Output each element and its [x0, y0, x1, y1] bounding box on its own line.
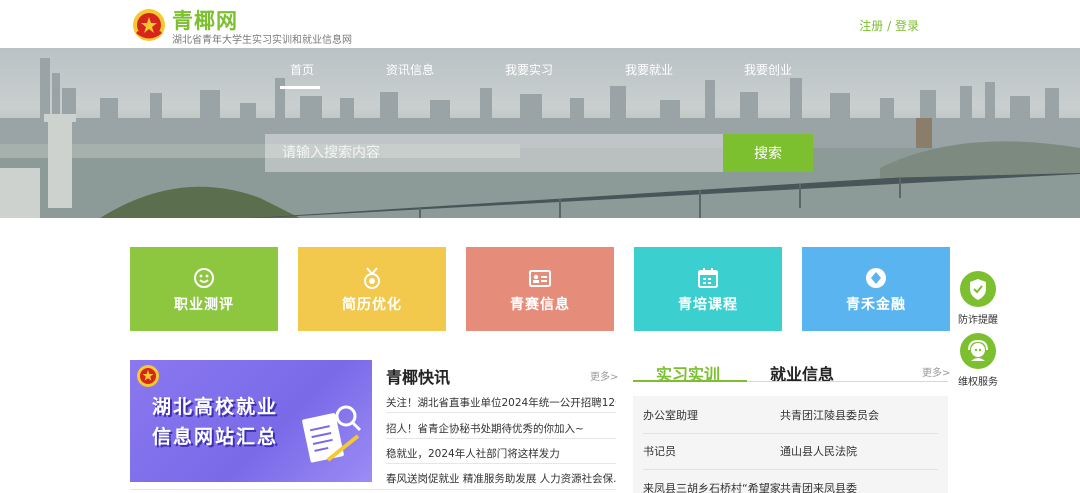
nav-active-indicator	[280, 86, 320, 89]
support-agent-icon	[960, 333, 996, 369]
search-button[interactable]: 搜索	[723, 134, 813, 172]
tile-career-assessment[interactable]: 职业测评	[130, 247, 278, 331]
job-row[interactable]: 来凤县三胡乡石桥村“希望家 共青团来凤县委	[633, 470, 948, 493]
tile-label: 青赛信息	[510, 297, 570, 313]
news-item[interactable]: 稳就业，2024年人社部门将这样发力	[386, 446, 616, 461]
job-row[interactable]: 书记员 通山县人民法院	[633, 433, 948, 469]
rights-service-button[interactable]: 维权服务	[950, 333, 1006, 388]
fraud-alert-label: 防诈提醒	[958, 315, 998, 326]
tile-label: 职业测评	[174, 297, 234, 313]
job-org: 通山县人民法院	[780, 445, 857, 458]
nav-home[interactable]: 首页	[290, 61, 314, 78]
news-item[interactable]: 关注！湖北省直事业单位2024年统一公开招聘120...	[386, 395, 616, 410]
auth-separator: /	[887, 19, 892, 33]
rights-service-label: 维权服务	[958, 377, 998, 388]
auth-links: 注册 / 登录	[859, 17, 919, 34]
site-subtitle: 湖北省青年大学生实习实训和就业信息网	[172, 35, 352, 46]
tile-label: 简历优化	[342, 297, 402, 313]
tile-resume-optimize[interactable]: 简历优化	[298, 247, 446, 331]
youth-league-emblem-icon[interactable]	[132, 8, 166, 42]
job-title: 书记员	[643, 445, 676, 458]
promo-line-1: 湖北高校就业	[152, 396, 279, 418]
job-org: 共青团江陵县委员会	[780, 409, 879, 422]
news-divider	[386, 412, 616, 413]
job-row[interactable]: 办公室助理 共青团江陵县委员会	[633, 397, 948, 433]
site-header: 青椰网 湖北省青年大学生实习实训和就业信息网 注册 / 登录	[0, 0, 1080, 48]
tile-finance[interactable]: 青禾金融	[802, 247, 950, 331]
calendar-icon	[698, 268, 718, 288]
news-divider	[130, 489, 616, 490]
nav-internship[interactable]: 我要实习	[505, 61, 553, 78]
job-title: 办公室助理	[643, 409, 698, 422]
tile-label: 青禾金融	[846, 297, 906, 313]
tile-competition-info[interactable]: 青赛信息	[466, 247, 614, 331]
search-box	[265, 134, 725, 172]
diamond-icon	[866, 268, 886, 288]
login-link[interactable]: 登录	[895, 19, 919, 33]
fraud-alert-button[interactable]: 防诈提醒	[950, 271, 1006, 326]
promo-line-2: 信息网站汇总	[152, 426, 279, 448]
tile-label: 青培课程	[678, 297, 738, 313]
news-section-title: 青椰快讯	[386, 368, 451, 387]
tile-training-course[interactable]: 青培课程	[634, 247, 782, 331]
shield-check-icon	[960, 271, 996, 307]
job-org: 共青团来凤县委	[780, 482, 857, 493]
news-item[interactable]: 春风送岗促就业 精准服务助发展 人力资源社会保...	[386, 471, 616, 486]
medal-icon	[364, 267, 380, 289]
tab-active-indicator	[633, 380, 747, 382]
main-nav: 首页 资讯信息 我要实习 我要就业 我要创业	[0, 48, 1080, 89]
promo-banner-university-jobs[interactable]: 湖北高校就业 信息网站汇总	[130, 360, 372, 482]
news-more-link[interactable]: 更多>	[590, 368, 618, 383]
register-link[interactable]: 注册	[859, 19, 883, 33]
jobs-more-link[interactable]: 更多>	[922, 364, 950, 379]
news-divider	[386, 438, 616, 439]
news-divider	[386, 463, 616, 464]
id-card-icon	[529, 270, 551, 287]
nav-employment[interactable]: 我要就业	[625, 61, 673, 78]
smile-icon	[194, 268, 214, 288]
nav-entrepreneurship[interactable]: 我要创业	[744, 61, 792, 78]
hero-banner: 首页 资讯信息 我要实习 我要就业 我要创业 搜索	[0, 48, 1080, 218]
news-item[interactable]: 招人！省青企协秘书处期待优秀的你加入~	[386, 421, 616, 436]
youth-league-emblem-icon	[137, 365, 159, 387]
document-magnifier-icon	[302, 405, 362, 463]
search-input[interactable]	[265, 134, 723, 172]
job-title: 来凤县三胡乡石桥村“希望家	[643, 482, 781, 493]
nav-news-info[interactable]: 资讯信息	[386, 61, 434, 78]
